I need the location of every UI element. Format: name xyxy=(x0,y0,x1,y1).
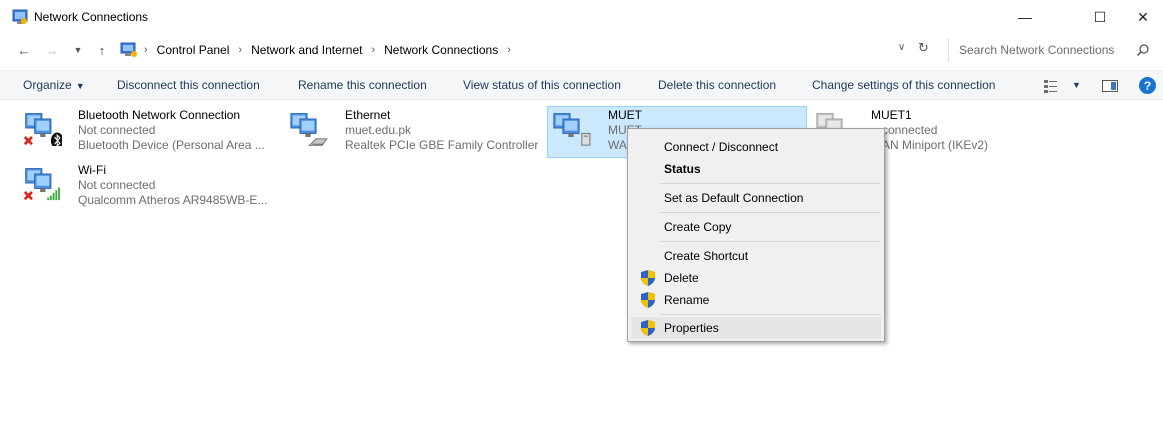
address-bar[interactable]: › Control Panel › Network and Internet ›… xyxy=(116,38,946,62)
connection-status: connected xyxy=(882,123,938,137)
context-menu: Connect / Disconnect Status Set as Defau… xyxy=(627,128,885,342)
menu-item-label: Rename xyxy=(664,293,710,307)
wifi-network-icon xyxy=(23,168,60,201)
connection-item-bluetooth[interactable]: Bluetooth Network Connection Not connect… xyxy=(20,108,280,158)
bluetooth-network-icon xyxy=(23,113,62,146)
breadcrumb-separator[interactable]: › xyxy=(144,44,148,56)
close-button[interactable]: ✕ xyxy=(1120,0,1163,34)
menu-item-rename[interactable]: Rename xyxy=(631,289,881,311)
menu-separator xyxy=(660,314,880,315)
connection-name: Bluetooth Network Connection xyxy=(78,108,241,122)
search-box[interactable] xyxy=(948,38,1158,62)
search-icon[interactable] xyxy=(1136,43,1150,57)
connection-status: muet.edu.pk xyxy=(345,123,412,137)
breadcrumb-separator[interactable]: › xyxy=(507,44,511,56)
up-arrow-icon[interactable]: ↑ xyxy=(92,41,112,59)
delete-connection-button[interactable]: Delete this connection xyxy=(658,78,776,92)
menu-item-label: Status xyxy=(664,162,701,176)
menu-item-label: Create Shortcut xyxy=(664,249,749,263)
change-settings-button[interactable]: Change settings of this connection xyxy=(812,78,995,92)
control-panel-icon xyxy=(120,42,137,57)
connection-item-ethernet[interactable]: Ethernet muet.edu.pk Realtek PCIe GBE Fa… xyxy=(287,108,542,158)
change-view-icon[interactable] xyxy=(1044,79,1058,93)
maximize-button[interactable]: ☐ xyxy=(1077,0,1123,34)
view-status-button[interactable]: View status of this connection xyxy=(463,78,621,92)
breadcrumb-control-panel[interactable]: Control Panel xyxy=(157,43,230,57)
breadcrumb-network-connections[interactable]: Network Connections xyxy=(384,43,498,57)
connection-device: Bluetooth Device (Personal Area ... xyxy=(78,138,265,152)
connection-device: AN Miniport (IKEv2) xyxy=(882,138,989,152)
menu-item-label: Set as Default Connection xyxy=(664,191,804,205)
breadcrumb-separator[interactable]: › xyxy=(371,44,375,56)
recent-locations-chevron-icon[interactable]: ▼ xyxy=(72,41,84,59)
view-options-caret-icon[interactable]: ▼ xyxy=(1072,80,1081,90)
menu-item-status[interactable]: Status xyxy=(631,158,881,180)
search-input[interactable] xyxy=(959,43,1129,57)
menu-item-label: Delete xyxy=(664,271,699,285)
uac-shield-icon xyxy=(641,292,655,308)
breadcrumb-network-and-internet[interactable]: Network and Internet xyxy=(251,43,362,57)
ethernet-network-icon xyxy=(290,113,328,146)
menu-item-label: Connect / Disconnect xyxy=(664,140,779,154)
menu-item-label: Create Copy xyxy=(664,220,732,234)
help-icon[interactable]: ? xyxy=(1139,77,1156,94)
menu-item-create-shortcut[interactable]: Create Shortcut xyxy=(631,245,881,267)
minimize-button[interactable]: — xyxy=(1002,0,1048,34)
connection-status: Not connected xyxy=(78,178,156,192)
disconnect-connection-button[interactable]: Disconnect this connection xyxy=(117,78,260,92)
menu-item-delete[interactable]: Delete xyxy=(631,267,881,289)
menu-separator xyxy=(660,212,880,213)
uac-shield-icon xyxy=(641,270,655,286)
command-bar: Organize ▼ Disconnect this connection Ren… xyxy=(0,70,1163,100)
uac-shield-icon xyxy=(641,320,655,336)
connection-item-muet[interactable]: MUET MUET WA xyxy=(550,108,642,158)
preview-pane-icon[interactable] xyxy=(1102,80,1118,92)
rename-connection-button[interactable]: Rename this connection xyxy=(298,78,427,92)
connection-name: MUET xyxy=(608,108,642,122)
organize-button[interactable]: Organize ▼ xyxy=(23,78,85,92)
window-title: Network Connections xyxy=(34,10,149,24)
connection-name: Wi-Fi xyxy=(78,163,106,177)
menu-item-connect-disconnect[interactable]: Connect / Disconnect xyxy=(631,136,881,158)
title-bar: Network Connections — ☐ ✕ xyxy=(0,0,1163,34)
connection-status: Not connected xyxy=(78,123,156,137)
forward-arrow-icon[interactable]: → xyxy=(44,41,60,59)
connection-device: Realtek PCIe GBE Family Controller xyxy=(345,138,539,152)
network-connections-app-icon xyxy=(12,9,28,24)
menu-separator xyxy=(660,241,880,242)
back-arrow-icon[interactable]: ← xyxy=(14,41,34,59)
address-dropdown-chevron-icon[interactable]: ∨ xyxy=(898,42,905,53)
menu-separator xyxy=(660,183,880,184)
menu-item-properties[interactable]: Properties xyxy=(631,317,881,339)
organize-label: Organize xyxy=(23,78,72,92)
connection-item-wifi[interactable]: Wi-Fi Not connected Qualcomm Atheros AR9… xyxy=(20,163,280,213)
menu-item-set-default[interactable]: Set as Default Connection xyxy=(631,187,881,209)
breadcrumb-separator[interactable]: › xyxy=(238,44,242,56)
refresh-icon[interactable]: ↻ xyxy=(918,40,929,56)
menu-item-create-copy[interactable]: Create Copy xyxy=(631,216,881,238)
vpn-network-icon xyxy=(553,113,591,146)
menu-item-label: Properties xyxy=(664,321,719,335)
connection-device: Qualcomm Atheros AR9485WB-E... xyxy=(78,193,268,207)
address-row: ← → ▼ ↑ › Control Panel › Network and In… xyxy=(0,36,1163,64)
connection-name: Ethernet xyxy=(345,108,391,122)
connection-name: MUET1 xyxy=(871,108,912,122)
organize-caret-icon: ▼ xyxy=(75,81,85,91)
